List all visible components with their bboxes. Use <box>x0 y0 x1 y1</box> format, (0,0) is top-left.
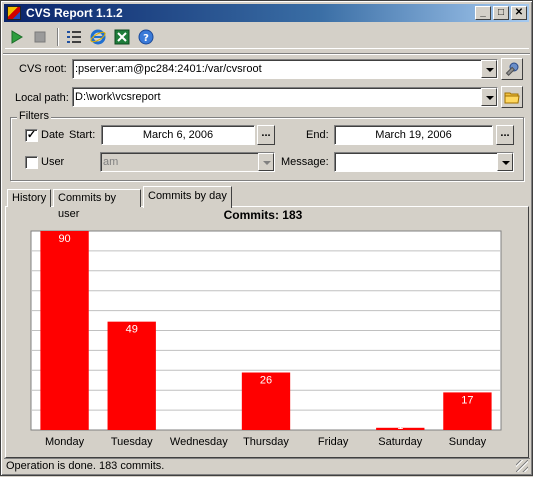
bar-label-saturday: 1 <box>397 420 403 432</box>
commits-by-day-chart: 90 49 26 1 17 Monday Tuesday Wednesday Thursday… <box>30 230 502 448</box>
resize-grip-icon[interactable] <box>516 460 528 472</box>
bar-monday <box>40 231 89 430</box>
x-tick-saturday: Saturday <box>378 436 423 448</box>
x-tick-monday: Monday <box>45 436 85 448</box>
bar-label-thursday: 26 <box>260 375 272 387</box>
status-bar: Operation is done. 183 commits. <box>4 458 530 474</box>
bar-tuesday <box>107 321 156 430</box>
x-tick-friday: Friday <box>318 436 349 448</box>
tab-label: Commits by day <box>148 190 227 202</box>
tab-commits-by-day[interactable]: Commits by day <box>143 186 232 208</box>
x-tick-thursday: Thursday <box>243 436 289 448</box>
x-tick-labels: Monday Tuesday Wednesday Thursday Friday Satu… <box>45 436 487 448</box>
x-tick-tuesday: Tuesday <box>111 436 153 448</box>
bar-label-monday: 90 <box>58 233 70 245</box>
bar-label-tuesday: 49 <box>126 324 138 336</box>
x-tick-wednesday: Wednesday <box>170 436 228 448</box>
status-text: Operation is done. 183 commits. <box>6 460 165 472</box>
x-tick-sunday: Sunday <box>449 436 487 448</box>
app-window: CVS Report 1.1.2 _ □ ✕ ? CVS root::pser… <box>0 0 533 476</box>
bar-label-sunday: 17 <box>461 394 473 406</box>
